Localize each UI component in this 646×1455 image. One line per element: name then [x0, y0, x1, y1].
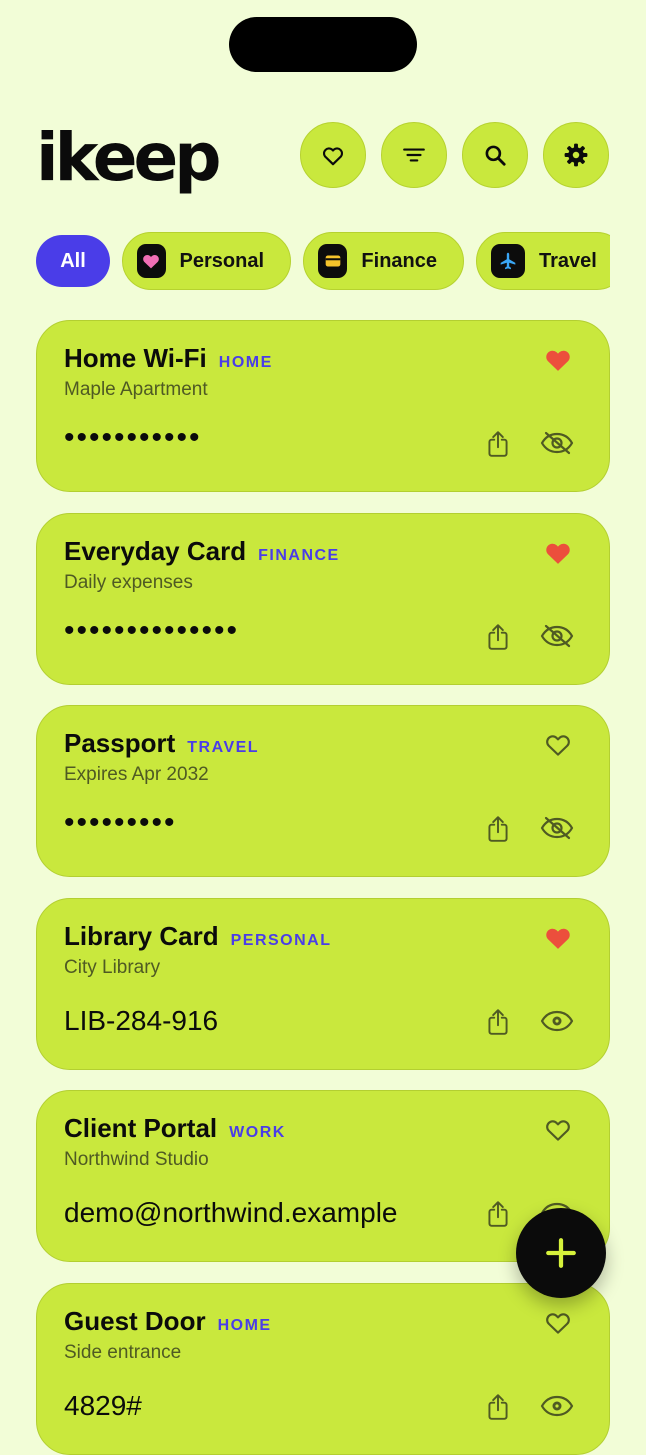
- plus-icon: [546, 1238, 576, 1268]
- item-category-tag: HOME: [217, 1316, 272, 1334]
- dynamic-island: [229, 17, 417, 72]
- vault-item-card-3[interactable]: Library Card PERSONAL City Library LIB-2…: [36, 897, 610, 1070]
- share-icon[interactable]: [485, 1007, 511, 1037]
- item-subtitle: Side entrance: [64, 1341, 182, 1363]
- heart-filled-icon[interactable]: [543, 538, 573, 566]
- item-subtitle: Daily expenses: [64, 571, 193, 593]
- vault-item-card-2[interactable]: Passport TRAVEL Expires Apr 2032 •••••••…: [36, 705, 610, 877]
- vault-item-card-1[interactable]: Everyday Card FINANCE Daily expenses •••…: [36, 512, 610, 685]
- chip-travel-label: Travel: [539, 249, 597, 272]
- item-secret-value: •••••••••••: [64, 421, 202, 454]
- item-title: Client Portal: [64, 1113, 218, 1143]
- eye-slash-icon[interactable]: [540, 430, 574, 456]
- item-title: Everyday Card: [64, 535, 247, 566]
- item-secret-value: LIB-284-916: [64, 1004, 219, 1036]
- chip-all[interactable]: All: [36, 235, 110, 287]
- vault-item-card-0[interactable]: Home Wi-Fi HOME Maple Apartment ••••••••…: [36, 320, 610, 492]
- favorites-button[interactable]: [300, 122, 366, 188]
- item-subtitle: City Library: [64, 956, 161, 978]
- eye-slash-icon[interactable]: [540, 815, 574, 841]
- item-subtitle: Expires Apr 2032: [64, 764, 209, 785]
- item-secret-value: ••••••••••••••: [64, 613, 240, 647]
- chip-travel[interactable]: Travel: [476, 232, 610, 290]
- filter-button[interactable]: [381, 122, 447, 188]
- category-filter-bar: All Personal Finance Travel: [36, 231, 610, 291]
- heart-filled-icon[interactable]: [543, 345, 573, 373]
- share-icon[interactable]: [485, 429, 511, 459]
- gear-icon: [564, 143, 588, 167]
- blue-plane-icon: [491, 244, 525, 278]
- share-icon[interactable]: [485, 1199, 511, 1229]
- share-icon[interactable]: [485, 1392, 511, 1422]
- item-category-tag: PERSONAL: [230, 931, 332, 949]
- heart-outline-icon: [322, 147, 344, 166]
- item-title: Library Card: [64, 920, 219, 951]
- filter-lines-icon: [403, 148, 425, 162]
- pink-heart-icon: [137, 244, 166, 278]
- chip-finance[interactable]: Finance: [303, 232, 464, 290]
- item-category-tag: TRAVEL: [187, 739, 260, 756]
- item-category-tag: FINANCE: [258, 546, 340, 564]
- item-secret-value: demo@northwind.example: [64, 1197, 398, 1228]
- eye-icon[interactable]: [540, 1008, 574, 1034]
- add-item-button[interactable]: [516, 1208, 606, 1298]
- vault-item-card-5[interactable]: Guest Door HOME Side entrance 4829#: [36, 1282, 610, 1455]
- search-icon: [485, 145, 506, 166]
- heart-outline-icon[interactable]: [543, 730, 573, 758]
- eye-icon[interactable]: [540, 1393, 574, 1419]
- item-title: Passport: [64, 728, 176, 758]
- share-icon[interactable]: [485, 814, 511, 844]
- heart-outline-icon[interactable]: [543, 1308, 573, 1336]
- item-secret-value: 4829#: [64, 1389, 142, 1421]
- eye-slash-icon[interactable]: [540, 623, 574, 649]
- item-category-tag: HOME: [218, 354, 273, 371]
- item-category-tag: WORK: [229, 1124, 286, 1141]
- item-subtitle: Northwind Studio: [64, 1149, 209, 1170]
- share-icon[interactable]: [485, 622, 511, 652]
- chip-personal-label: Personal: [179, 249, 264, 272]
- chip-all-label: All: [60, 249, 86, 272]
- item-title: Home Wi-Fi: [64, 343, 207, 373]
- chip-personal[interactable]: Personal: [122, 232, 291, 290]
- app-logo: ikeep: [36, 119, 222, 196]
- item-subtitle: Maple Apartment: [64, 379, 208, 400]
- item-title: Guest Door: [64, 1305, 206, 1336]
- heart-filled-icon[interactable]: [543, 923, 573, 951]
- chip-finance-label: Finance: [361, 249, 437, 272]
- settings-button[interactable]: [543, 122, 609, 188]
- search-button[interactable]: [462, 122, 528, 188]
- yellow-card-icon: [318, 244, 348, 278]
- item-secret-value: •••••••••: [64, 806, 177, 839]
- heart-outline-icon[interactable]: [543, 1115, 573, 1143]
